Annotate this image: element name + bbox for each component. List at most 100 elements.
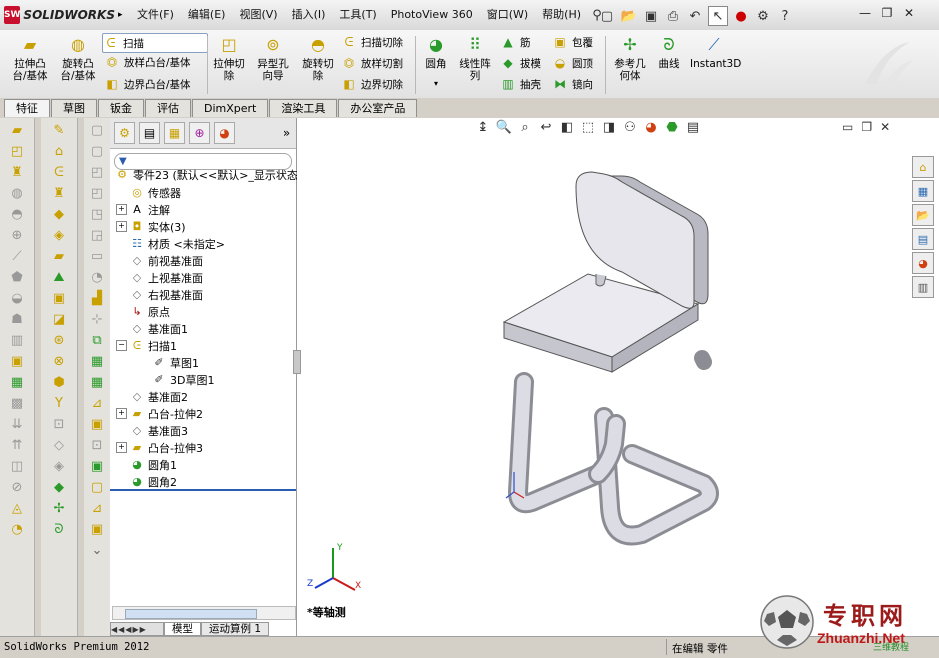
tree-root-part[interactable]: ⚙ 零件23 (默认<<默认>_显示状态 [114, 166, 298, 183]
dimxpert-manager-icon[interactable]: ⊕ [189, 122, 210, 144]
tool-icon[interactable]: ⧉ [87, 331, 107, 349]
hole-wizard-button[interactable]: ⊚ 异型孔 向导 [253, 34, 293, 83]
expand-arrows-icon[interactable]: » [277, 123, 296, 143]
new-document-icon[interactable]: ▢ [598, 7, 616, 25]
tool-icon[interactable]: ◈ [49, 226, 69, 244]
menu-edit[interactable]: 编辑(E) [181, 5, 233, 25]
tree-node[interactable]: ↳ 原点 [116, 303, 170, 320]
hide-show-items-icon[interactable]: ⚇ [621, 120, 639, 135]
tool-icon[interactable]: ⊘ [7, 478, 27, 496]
logo-dropdown-icon[interactable]: ▸ [118, 10, 123, 20]
tool-icon[interactable]: ♜ [49, 184, 69, 202]
sweep-icon[interactable]: ᕮ [49, 163, 69, 181]
tool-icon[interactable]: ⬢ [49, 373, 69, 391]
tool-icon[interactable]: ◆ [49, 478, 69, 496]
solidworks-resources-icon[interactable]: ⌂ [912, 156, 934, 178]
linear-pattern-button[interactable]: ⠿ 线性阵 列 [455, 34, 495, 83]
feature-manager-icon[interactable]: ⚙ [114, 122, 135, 144]
tool-icon[interactable]: ▦ [87, 352, 107, 370]
tool-icon[interactable]: ▩ [7, 394, 27, 412]
file-explorer-icon[interactable]: 📂 [912, 204, 934, 226]
tree-node[interactable]: ◇ 右视基准面 [116, 286, 203, 303]
tool-icon[interactable]: ⊹ [87, 310, 107, 328]
tool-icon[interactable]: ⊿ [87, 394, 107, 412]
view-orientation-dropdown-icon[interactable]: ⬚ [579, 120, 597, 135]
tree-node[interactable]: + ▰ 凸台-拉伸3 [116, 439, 203, 456]
loft-boss-button[interactable]: ⏣ 放样凸台/基体 [104, 53, 191, 71]
tool-icon[interactable]: ▢ [87, 478, 107, 496]
extrude-cut-button[interactable]: ◰ 拉伸切 除 [211, 34, 247, 83]
tree-node[interactable]: + A 注解 [116, 201, 170, 218]
tool-icon[interactable]: ◫ [7, 457, 27, 475]
tool-icon[interactable]: ⊿ [87, 499, 107, 517]
menu-window[interactable]: 窗口(W) [480, 5, 535, 25]
design-library-icon[interactable]: ▦ [912, 180, 934, 202]
tab-features[interactable]: 特征 [4, 99, 50, 117]
tool-icon[interactable]: ⇊ [7, 415, 27, 433]
open-folder-icon[interactable]: 📂 [620, 7, 638, 25]
tab-motion-study[interactable]: 运动算例 1 [201, 622, 270, 636]
tab-model[interactable]: 模型 [164, 622, 201, 636]
tool-icon[interactable]: ✢ [49, 499, 69, 517]
menu-view[interactable]: 视图(V) [232, 5, 284, 25]
tool-icon[interactable]: ◳ [87, 205, 107, 223]
tool-icon[interactable]: ▣ [87, 520, 107, 538]
property-manager-icon[interactable]: ▤ [139, 122, 160, 144]
tool-icon[interactable]: ◲ [87, 226, 107, 244]
shell-button[interactable]: ▥ 抽壳 [500, 75, 541, 93]
zoom-to-fit-icon[interactable]: 🔍 [495, 120, 513, 135]
scrollbar-thumb[interactable] [125, 609, 257, 619]
menu-tools[interactable]: 工具(T) [332, 5, 383, 25]
restore-icon[interactable]: ❐ [879, 5, 895, 21]
fillet-button[interactable]: ◕ 圆角 ▾ [420, 34, 452, 90]
undo-icon[interactable]: ↶ [686, 7, 704, 25]
boundary-cut-button[interactable]: ◧ 边界切除 [341, 75, 403, 93]
tool-icon[interactable]: ▣ [49, 289, 69, 307]
tab-office-products[interactable]: 办公室产品 [338, 99, 418, 117]
rebuild-traffic-light-icon[interactable]: ● [732, 7, 750, 25]
tool-icon[interactable]: ⊡ [87, 436, 107, 454]
swept-cut-button[interactable]: ᕮ 扫描切除 [341, 33, 403, 51]
tool-icon[interactable]: ◇ [49, 436, 69, 454]
tab-sketch[interactable]: 草图 [51, 99, 97, 117]
tool-icon[interactable]: ◓ [7, 205, 27, 223]
curves-button[interactable]: ᘐ 曲线 [654, 34, 684, 71]
mirror-button[interactable]: ⧓ 镜向 [552, 75, 593, 93]
tool-icon[interactable]: ◒ [7, 289, 27, 307]
menu-file[interactable]: 文件(F) [130, 5, 181, 25]
menu-photoview[interactable]: PhotoView 360 [384, 5, 480, 25]
tab-nav-arrows[interactable]: ◀◀◀▶▶ [110, 622, 164, 636]
panel-collapse-handle[interactable] [293, 350, 301, 374]
view-orientation-icon[interactable]: ↨ [474, 120, 492, 135]
tool-icon[interactable]: ▣ [7, 352, 27, 370]
tree-node[interactable]: + ◘ 实体(3) [116, 218, 186, 235]
print-icon[interactable]: ⎙ [664, 7, 682, 25]
chair-3d-model[interactable] [492, 162, 732, 562]
tool-icon[interactable]: ⛰ [49, 268, 69, 286]
view-settings-icon[interactable]: ▤ [684, 120, 702, 135]
display-manager-icon[interactable]: ◕ [214, 122, 235, 144]
tool-icon[interactable]: ▢ [87, 142, 107, 160]
tool-icon[interactable]: ⬟ [7, 268, 27, 286]
tool-icon[interactable]: ◍ [7, 184, 27, 202]
tool-icon[interactable]: ▟ [87, 289, 107, 307]
tool-icon[interactable]: ▢ [87, 121, 107, 139]
tree-horizontal-scrollbar[interactable] [112, 606, 296, 620]
tool-icon[interactable]: ♜ [7, 163, 27, 181]
expand-toggle-icon[interactable]: + [116, 408, 127, 419]
tool-icon[interactable]: ▭ [87, 247, 107, 265]
tree-node[interactable]: ◇ 上视基准面 [116, 269, 203, 286]
tab-evaluate[interactable]: 评估 [145, 99, 191, 117]
expand-toggle-icon[interactable]: − [116, 340, 127, 351]
tool-icon[interactable]: ▦ [7, 373, 27, 391]
save-icon[interactable]: ▣ [642, 7, 660, 25]
section-view-icon[interactable]: ◧ [558, 120, 576, 135]
appearances-scenes-icon[interactable]: ◕ [912, 252, 934, 274]
lofted-cut-button[interactable]: ⏣ 放样切割 [341, 54, 403, 72]
scene-icon[interactable]: ⬣ [663, 120, 681, 135]
draft-button[interactable]: ◆ 拔模 [500, 54, 541, 72]
graphics-area[interactable]: ↨ 🔍 ⌕ ↩ ◧ ⬚ ◨ ⚇ ◕ ⬣ ▤ ▭ ❐ ✕ Y X Z *等轴测 ⌂… [293, 118, 939, 636]
viewport-minimize-icon[interactable]: ▭ [842, 120, 853, 134]
expand-toggle-icon[interactable]: + [116, 221, 127, 232]
options-icon[interactable]: ⚙ [754, 7, 772, 25]
